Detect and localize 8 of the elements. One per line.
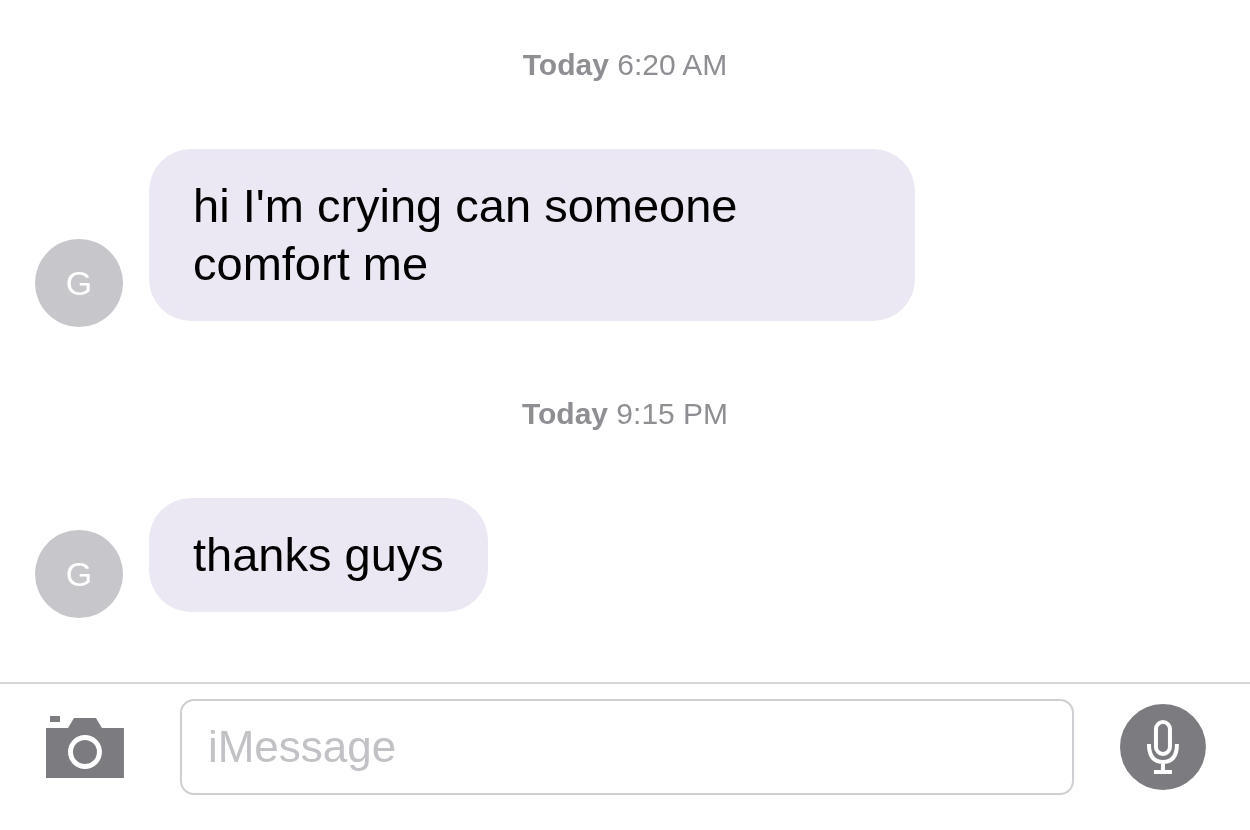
message-bubble: thanks guys (149, 498, 488, 612)
microphone-button[interactable] (1118, 704, 1208, 790)
message-input-field[interactable]: iMessage (179, 699, 1075, 795)
message-bubble: hi I'm crying can someone comfort me (149, 149, 915, 321)
avatar: G (35, 530, 123, 618)
avatar: G (35, 239, 123, 327)
timestamp: Today 6:20 AM (522, 47, 728, 83)
timestamp: Today 9:15 PM (521, 396, 729, 432)
